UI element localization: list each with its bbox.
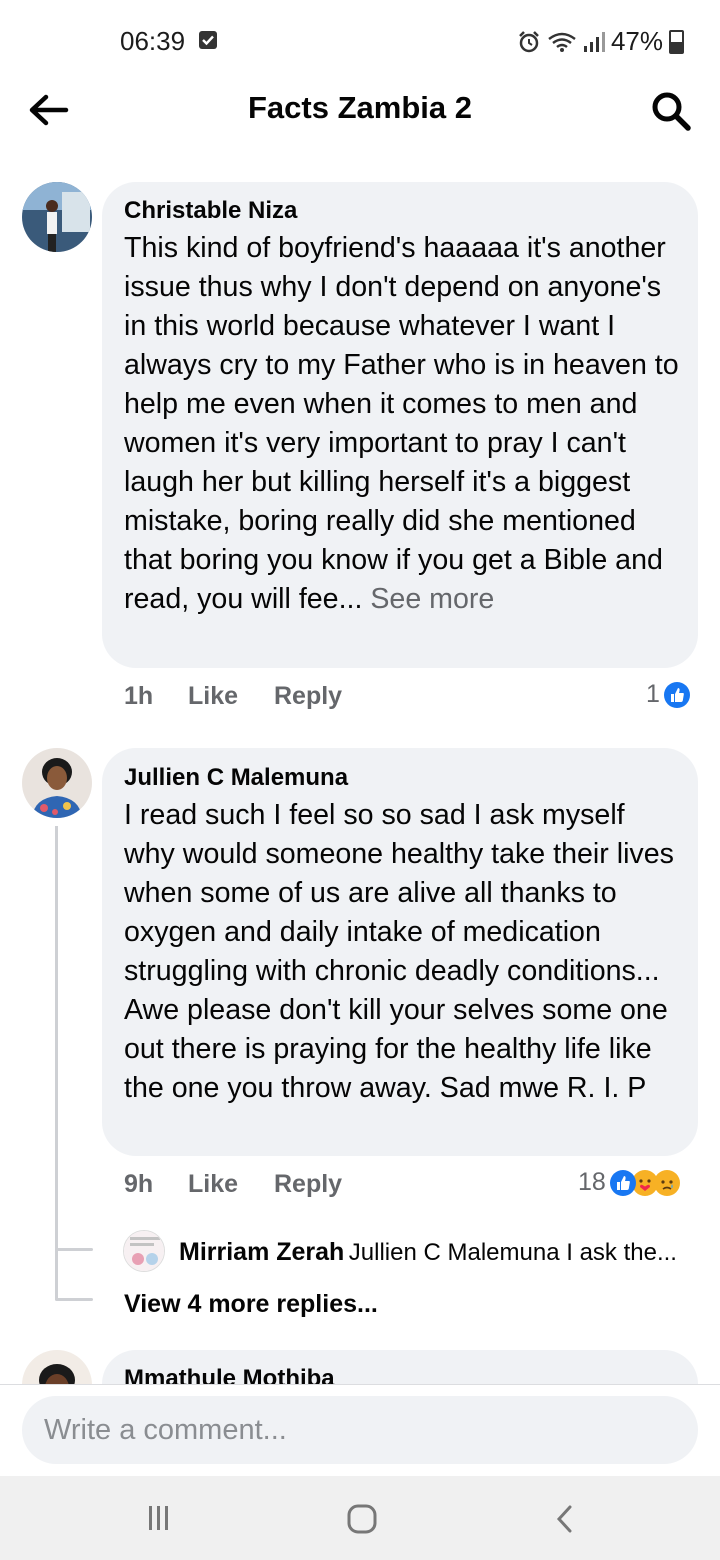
comment-author[interactable]: Mmathule Mothiba (124, 1365, 335, 1384)
home-button[interactable] (342, 1500, 382, 1540)
search-icon (652, 92, 691, 131)
like-reaction-icon (609, 1169, 636, 1196)
comment-text: This kind of boyfriend's haaaaa it's ano… (124, 232, 679, 615)
avatar[interactable] (123, 1230, 165, 1272)
reply-button[interactable]: Reply (274, 1170, 342, 1199)
reaction-count: 18 (578, 1168, 606, 1196)
comment-clip: Mmathule Mothiba (0, 1340, 720, 1384)
comment-input-placeholder: Write a comment... (44, 1413, 287, 1446)
comment-text: I read such I feel so so sad I ask mysel… (124, 799, 674, 1104)
see-more-link[interactable]: See more (370, 583, 494, 615)
thread-branch (55, 1248, 93, 1251)
recent-apps-icon (149, 1506, 168, 1530)
reaction-summary[interactable]: 1 (646, 680, 690, 709)
system-nav-bar (0, 1476, 720, 1560)
reaction-count: 1 (646, 680, 660, 708)
view-more-replies-link[interactable]: View 4 more replies... (124, 1290, 378, 1319)
reply-author[interactable]: Mirriam Zerah (179, 1238, 344, 1266)
reply-preview[interactable]: Mirriam Zerah Jullien C Malemuna I ask t… (179, 1238, 699, 1267)
wifi-icon (548, 32, 576, 52)
reaction-summary[interactable]: 18 (578, 1168, 680, 1197)
thread-branch (55, 1298, 93, 1301)
status-right: 47% (517, 26, 684, 57)
comment-bubble: Mmathule Mothiba (102, 1350, 698, 1384)
like-reaction-icon (663, 681, 690, 708)
like-button[interactable]: Like (188, 1170, 238, 1199)
comment-time: 1h (124, 682, 154, 710)
home-icon (347, 1504, 377, 1534)
comment-bubble: Christable Niza This kind of boyfriend's… (102, 182, 698, 668)
like-button[interactable]: Like (188, 682, 238, 711)
comment-author[interactable]: Jullien C Malemuna (124, 764, 348, 792)
page-title: Facts Zambia 2 (248, 90, 472, 125)
reply-button[interactable]: Reply (274, 682, 342, 711)
thread-line (55, 826, 58, 1300)
avatar[interactable] (22, 1350, 92, 1384)
back-nav-button[interactable] (546, 1500, 586, 1540)
comment-time: 9h (124, 1170, 154, 1198)
avatar[interactable] (22, 182, 92, 252)
battery-icon (669, 29, 684, 54)
reply-text: Jullien C Malemuna I ask the... (348, 1239, 677, 1266)
battery-percent: 47% (610, 26, 663, 56)
chevron-left-icon (556, 1505, 572, 1533)
comment-input[interactable]: Write a comment... (22, 1396, 698, 1464)
notification-check-icon (199, 31, 217, 49)
comment-author[interactable]: Christable Niza (124, 197, 297, 225)
comment-bubble: Jullien C Malemuna I read such I feel so… (102, 748, 698, 1156)
recent-apps-button[interactable] (138, 1500, 178, 1536)
search-button[interactable] (648, 88, 694, 134)
avatar[interactable] (22, 748, 92, 818)
alarm-icon (519, 30, 539, 52)
status-time: 06:39 (120, 26, 186, 56)
signal-icon (583, 31, 605, 52)
